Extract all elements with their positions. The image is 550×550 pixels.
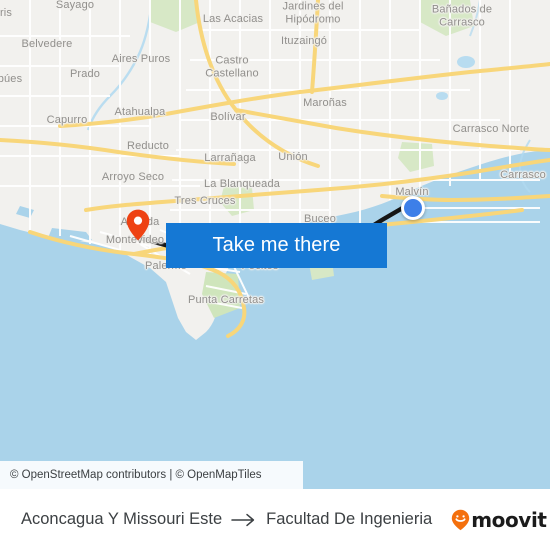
- moovit-wordmark: moovit: [471, 507, 547, 532]
- trip-summary-bar: Aconcagua Y Missouri Este Facultad De In…: [0, 489, 550, 550]
- map-trip-screen: Sayago Las Acacias Jardines del Hipódromo B…: [0, 0, 550, 550]
- map-canvas[interactable]: Sayago Las Acacias Jardines del Hipódromo B…: [0, 0, 550, 489]
- map-attribution: © OpenStreetMap contributors | © OpenMap…: [0, 461, 303, 489]
- trip-destination-label: Facultad De Ingenieria: [266, 510, 433, 528]
- moovit-pin-icon: [451, 509, 470, 531]
- take-me-there-button[interactable]: Take me there: [166, 223, 387, 268]
- destination-dot-inner: [404, 199, 422, 217]
- trip-origin-label: Aconcagua Y Missouri Este: [21, 510, 223, 528]
- destination-dot-marker[interactable]: [401, 196, 425, 220]
- arrow-right-icon: [231, 513, 257, 527]
- origin-pin-marker[interactable]: [126, 209, 150, 241]
- map-attribution-text[interactable]: © OpenStreetMap contributors | © OpenMap…: [0, 469, 262, 481]
- moovit-logo[interactable]: moovit: [451, 507, 547, 532]
- take-me-there-label: Take me there: [212, 234, 341, 256]
- trip-endpoints: Aconcagua Y Missouri Este Facultad De In…: [21, 510, 432, 529]
